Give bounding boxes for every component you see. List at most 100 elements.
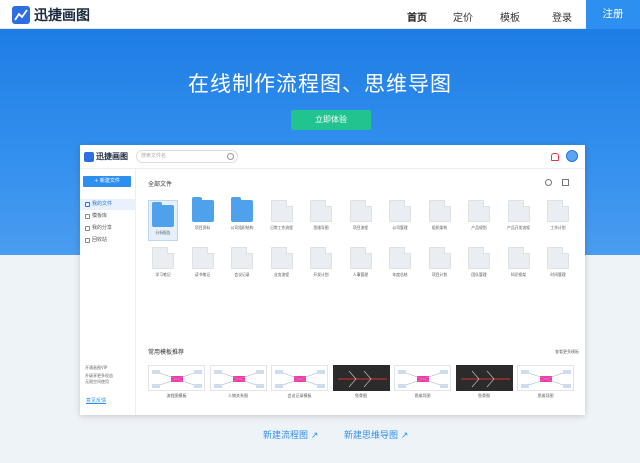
document-icon — [349, 200, 372, 222]
file-item[interactable]: 年度总结 — [385, 247, 415, 282]
sidebar-item-label: 模板库 — [92, 213, 108, 219]
template-card[interactable]: 会议记录模板 — [271, 365, 328, 399]
sidebar-item-my-shares[interactable]: 我的分享 — [80, 223, 136, 234]
new-flowchart-link[interactable]: 新建流程图 ↗ — [263, 428, 318, 441]
nav-login[interactable]: 登录 — [552, 9, 572, 24]
template-card[interactable]: 思维导图 — [394, 365, 451, 399]
file-item[interactable]: 工作计划 — [543, 200, 573, 235]
file-name: 项目流程 — [352, 225, 369, 230]
app-logo-text: 迅捷画图 — [96, 152, 128, 161]
template-card[interactable]: 鱼骨图 — [455, 365, 513, 399]
file-item[interactable]: 产品规划 — [464, 200, 494, 235]
document-icon — [310, 200, 332, 222]
template-thumbnail — [332, 365, 390, 391]
sidebar-item-recycle-bin[interactable]: 回收站 — [80, 235, 136, 246]
template-card[interactable]: 思维导图 — [517, 365, 574, 399]
document-icon — [507, 200, 530, 222]
file-item[interactable]: 读书笔记 — [188, 247, 218, 282]
file-name: 项目计划 — [431, 272, 448, 277]
file-name: 会议记录 — [234, 272, 250, 277]
app-logo: 迅捷画图 — [84, 151, 128, 162]
app-search-input[interactable]: 搜索文件名 — [136, 150, 238, 163]
file-item[interactable]: 人事管理 — [346, 247, 376, 282]
new-mindmap-link[interactable]: 新建思维导图 ↗ — [344, 428, 408, 441]
template-caption: 鱼骨图 — [478, 393, 490, 398]
template-caption: 会议记录模板 — [287, 393, 312, 398]
template-thumbnail — [394, 365, 451, 391]
templates-title: 常用模板推荐 — [148, 349, 185, 356]
file-name: 项目资料 — [194, 225, 211, 230]
template-thumbnail — [271, 365, 328, 391]
template-icon — [85, 214, 90, 219]
file-name: 时间管理 — [550, 272, 566, 277]
file-item[interactable]: 团队管理 — [464, 247, 494, 282]
template-card[interactable]: 人物关系图 — [209, 365, 267, 399]
logo-mark-icon — [12, 6, 30, 24]
file-item[interactable]: 学习笔记 — [148, 247, 178, 282]
file-name: 分析报告 — [155, 230, 171, 235]
sidebar-item-my-files[interactable]: 我的文件 — [80, 199, 136, 210]
file-item[interactable]: 公司管理 — [385, 200, 415, 235]
sidebar-item-template-library[interactable]: 模板库 — [80, 211, 136, 222]
template-thumbnail — [455, 365, 513, 391]
document-icon — [152, 247, 174, 269]
notification-bell-icon[interactable] — [551, 153, 559, 161]
folder-item[interactable]: 分析报告 — [148, 200, 178, 241]
feedback-link[interactable]: 意见反馈 — [86, 397, 106, 404]
file-item[interactable]: 产品开发流程 — [504, 200, 534, 235]
grid-view-icon[interactable] — [562, 179, 569, 186]
nav-templates[interactable]: 模板 — [500, 9, 520, 24]
avatar[interactable] — [566, 150, 578, 162]
file-item[interactable]: 日常工作流程 — [267, 200, 297, 235]
file-item[interactable]: 组织架构 — [425, 200, 455, 235]
nav-home[interactable]: 首页 — [407, 9, 427, 24]
document-icon — [310, 247, 332, 269]
template-card[interactable]: 鱼骨图 — [332, 365, 390, 399]
sidebar-item-label: 我的分享 — [92, 225, 113, 231]
new-file-button[interactable]: + 新建文件 — [83, 176, 131, 187]
file-name: 产品规划 — [471, 225, 487, 230]
nav-pricing[interactable]: 定价 — [453, 9, 473, 24]
template-caption: 流程图模板 — [166, 393, 187, 398]
file-name: 读书笔记 — [194, 272, 211, 277]
try-now-button[interactable]: 立即体验 — [291, 110, 371, 130]
file-name: 人事管理 — [352, 272, 369, 277]
document-icon — [468, 200, 490, 222]
hero-title: 在线制作流程图、思维导图 — [188, 72, 452, 96]
document-icon — [507, 247, 530, 269]
document-icon — [349, 247, 372, 269]
file-item[interactable]: 会议记录 — [227, 247, 257, 282]
sidebar-item-label: 回收站 — [92, 237, 108, 243]
top-navigation-bar: 迅捷画图 首页 定价 模板 登录 注册 — [0, 0, 640, 29]
document-icon — [428, 200, 451, 222]
document-icon — [191, 247, 214, 269]
more-templates-link[interactable]: 查看更多模板 — [555, 349, 579, 355]
file-name: 公司管理 — [392, 225, 408, 230]
vip-promo-line: 无限空间使用 — [85, 379, 109, 384]
file-item[interactable]: 知识框架 — [504, 247, 534, 282]
template-caption: 思维导图 — [414, 393, 431, 398]
template-caption: 思维导图 — [537, 393, 554, 398]
file-item[interactable]: 项目计划 — [425, 247, 455, 282]
trash-icon — [85, 238, 90, 243]
file-item[interactable]: 时间管理 — [543, 247, 573, 282]
register-button[interactable]: 注册 — [586, 0, 640, 29]
site-logo[interactable]: 迅捷画图 — [12, 5, 90, 25]
file-item[interactable]: 业务流程 — [267, 247, 297, 282]
file-name: 思维导图 — [313, 225, 329, 230]
folder-item[interactable]: 项目资料 — [188, 197, 218, 235]
file-item[interactable]: 思维导图 — [306, 200, 336, 235]
template-caption: 人物关系图 — [228, 393, 248, 398]
file-item[interactable]: 项目流程 — [346, 200, 376, 235]
file-item[interactable]: 开发计划 — [306, 247, 336, 282]
file-name: 产品开发流程 — [507, 225, 530, 230]
search-icon[interactable] — [227, 153, 234, 160]
refresh-icon[interactable] — [545, 179, 552, 186]
files-title: 全部文件 — [148, 181, 173, 188]
app-preview-window: 迅捷画图 搜索文件名 + 新建文件 我的文件 模板库 我的分享 回收站 开通画图… — [80, 145, 585, 415]
folder-item[interactable]: 公司组织结构 — [227, 197, 257, 235]
document-icon — [270, 200, 293, 222]
document-icon — [468, 247, 490, 269]
template-card[interactable]: 流程图模板 — [148, 365, 205, 399]
template-thumbnail — [517, 365, 574, 391]
